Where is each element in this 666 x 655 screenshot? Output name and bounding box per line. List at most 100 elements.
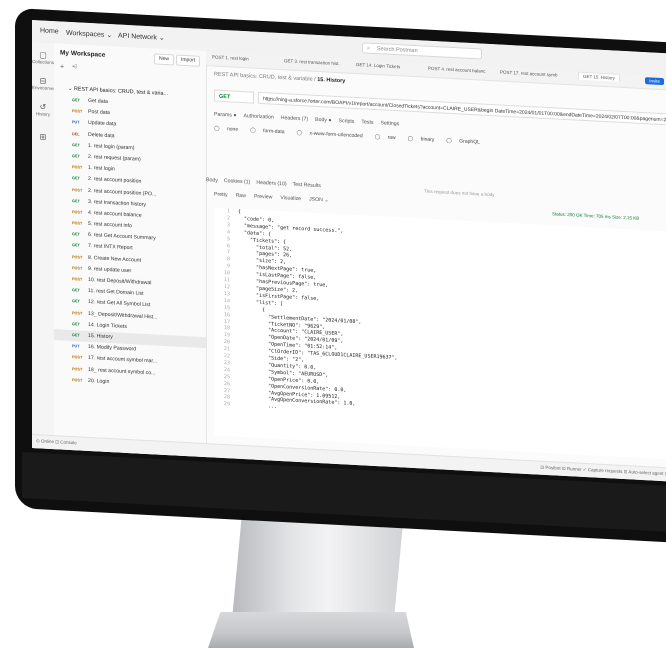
request-subtab[interactable]: Params ●	[214, 112, 236, 119]
search-input[interactable]: Search Postman	[362, 42, 482, 60]
sidebar-request-label: Update data	[88, 120, 117, 128]
response-status: Status: 200 OK Time: 705 ms Size: 2.15 K…	[552, 211, 640, 221]
radio-icon: ◯	[214, 125, 221, 132]
method-badge: GET	[72, 243, 80, 248]
radio-icon: ◯	[446, 137, 454, 145]
format-option[interactable]: Preview	[254, 194, 272, 201]
method-badge: POST	[72, 187, 83, 193]
method-badge: GET	[72, 198, 80, 204]
response-tab[interactable]: Test Results	[293, 182, 321, 189]
method-badge: GET	[72, 288, 80, 293]
response-tab[interactable]: Cookies (1)	[224, 178, 251, 185]
body-type-label: raw	[387, 134, 396, 142]
request-tab[interactable]: GET 3. rest transaction hist.	[284, 58, 340, 66]
rail-more[interactable]: ⊞	[32, 132, 54, 142]
request-subtab[interactable]: Headers (7)	[281, 115, 308, 122]
request-tab[interactable]: POST 17. rest account symb	[500, 70, 557, 78]
sidebar-request-label: 7. rest INTX Report	[88, 243, 133, 252]
rail-history[interactable]: ↺ History	[32, 102, 54, 117]
body-type-radio[interactable]: ◯ raw	[375, 134, 402, 141]
sidebar-request-label: Delete data	[88, 131, 115, 139]
collection-tree: ⌄ REST API basics: CRUD, test & varia...…	[54, 83, 206, 393]
request-tab[interactable]: GET 15. History	[578, 71, 620, 82]
request-tab[interactable]: POST 4. rest account balanc	[428, 66, 485, 74]
radio-icon: ◯	[250, 127, 258, 134]
sidebar-request-label: 16. Modify Password	[88, 344, 137, 353]
method-badge: GET	[72, 142, 80, 148]
format-option[interactable]: Raw	[236, 193, 246, 200]
body-type-radio[interactable]: ◯ GraphQL	[446, 138, 486, 146]
body-type-radios: ◯ none ◯ form-data ◯ x-www-form-urlencoded…	[214, 126, 492, 147]
new-button[interactable]: New	[154, 53, 175, 66]
method-badge: POST	[72, 221, 83, 226]
sidebar-request-label: 12. rest Get All Symbol List	[88, 299, 151, 309]
request-subtab[interactable]: Authorization	[243, 113, 273, 121]
method-select[interactable]: GET	[214, 89, 254, 104]
sidebar-request-label: 20. Login	[88, 377, 110, 385]
status-left[interactable]: ⊙ Online ⊡ Console	[36, 438, 77, 446]
method-badge: POST	[72, 209, 83, 215]
body-type-radio[interactable]: ◯ form-data	[250, 127, 290, 135]
rail-collections[interactable]: ▢ Collections	[32, 50, 54, 65]
body-type-radio[interactable]: ◯ none	[214, 126, 244, 134]
response-body[interactable]: 1{2 "code": 0, 3 "message": "get record s…	[214, 207, 666, 461]
method-badge: GET	[72, 176, 80, 181]
body-type-label: GraphQL	[459, 138, 480, 146]
sidebar-request-label: 6. rest Get Account Summary	[88, 232, 156, 242]
response-hint: This request does not have a body	[424, 188, 495, 198]
format-option[interactable]: Pretty	[214, 192, 228, 199]
method-badge: POST	[72, 109, 83, 114]
home-link[interactable]: Home	[40, 27, 59, 35]
breadcrumb-path[interactable]: REST API basics: CRUD, test & variable /	[214, 72, 316, 83]
response-tabs: Body Cookies (1) Headers (10) Test Results	[206, 177, 327, 189]
sidebar-request-label: 10. rest Deposit/Withdrawal	[88, 276, 152, 287]
request-subtab[interactable]: Settings	[381, 120, 400, 127]
sidebar-request-label: Get data	[88, 97, 108, 105]
body-type-label: binary	[420, 136, 435, 144]
add-icon[interactable]: +	[60, 63, 64, 70]
request-subtabs: Params ● Authorization Headers (7) Body ● Sc…	[214, 112, 406, 128]
sidebar-request-label: 3. rest transaction history	[88, 198, 146, 208]
breadcrumb-current: 15. History	[317, 76, 346, 85]
import-button[interactable]: Import	[176, 54, 201, 67]
rail-collections-label: Collections	[32, 59, 55, 66]
request-subtab[interactable]: Scripts	[339, 118, 355, 125]
request-tab[interactable]: GET 14. Login Tickets	[356, 62, 400, 69]
workspaces-menu[interactable]: Workspaces ⌄	[66, 29, 112, 39]
request-subtab[interactable]: Body ●	[315, 117, 331, 124]
method-badge: POST	[72, 254, 83, 260]
body-type-label: form-data	[263, 128, 285, 136]
workspace-title: My Workspace	[60, 49, 106, 59]
body-type-radio[interactable]: ◯ binary	[408, 136, 441, 144]
invite-button[interactable]: Invite	[645, 77, 664, 86]
body-type-radio[interactable]: ◯ x-www-form-urlencoded	[297, 130, 369, 140]
monitor-stand-base	[208, 612, 414, 648]
response-tab[interactable]: Headers (10)	[256, 180, 286, 188]
sidebar-request-label: 1. rest login	[88, 165, 115, 173]
response-tab[interactable]: Body	[206, 177, 218, 184]
sidebar-request-label: 2. rest account position	[88, 176, 142, 186]
radio-icon: ◯	[407, 135, 415, 143]
request-tab[interactable]: POST 1. rest login	[212, 54, 249, 61]
breadcrumb: REST API basics: CRUD, test & variable /…	[214, 72, 345, 85]
sidebar-request-label: 2. rest request (param)	[88, 153, 141, 163]
request-subtab[interactable]: Tests	[361, 119, 373, 126]
monitor-screen: Home Workspaces ⌄ API Network ⌄ Search P…	[32, 20, 666, 483]
format-option[interactable]: JSON ⌄	[309, 197, 329, 204]
format-option[interactable]: Visualize	[280, 195, 301, 202]
method-badge: POST	[72, 377, 83, 383]
method-badge: POST	[72, 265, 83, 271]
method-badge: GET	[72, 232, 80, 237]
rail-environments[interactable]: ⊟ Environments	[32, 76, 60, 91]
sidebar-request-label: 9. rest update user	[88, 265, 132, 275]
filter-icon[interactable]: ⩤	[72, 64, 77, 71]
radio-icon: ◯	[374, 133, 382, 141]
body-type-label: none	[227, 126, 239, 133]
sidebar-request-label: 17. rest account symbol mar...	[88, 355, 158, 365]
sidebar-request-label: 18_ rest account symbol co...	[88, 366, 156, 376]
radio-icon: ◯	[296, 129, 304, 137]
api-network-menu[interactable]: API Network ⌄	[118, 32, 165, 42]
line-number: 29	[223, 401, 230, 408]
left-rail: ▢ Collections ⊟ Environments ↺ History ⊞	[32, 42, 60, 450]
code-text: {	[238, 208, 242, 215]
